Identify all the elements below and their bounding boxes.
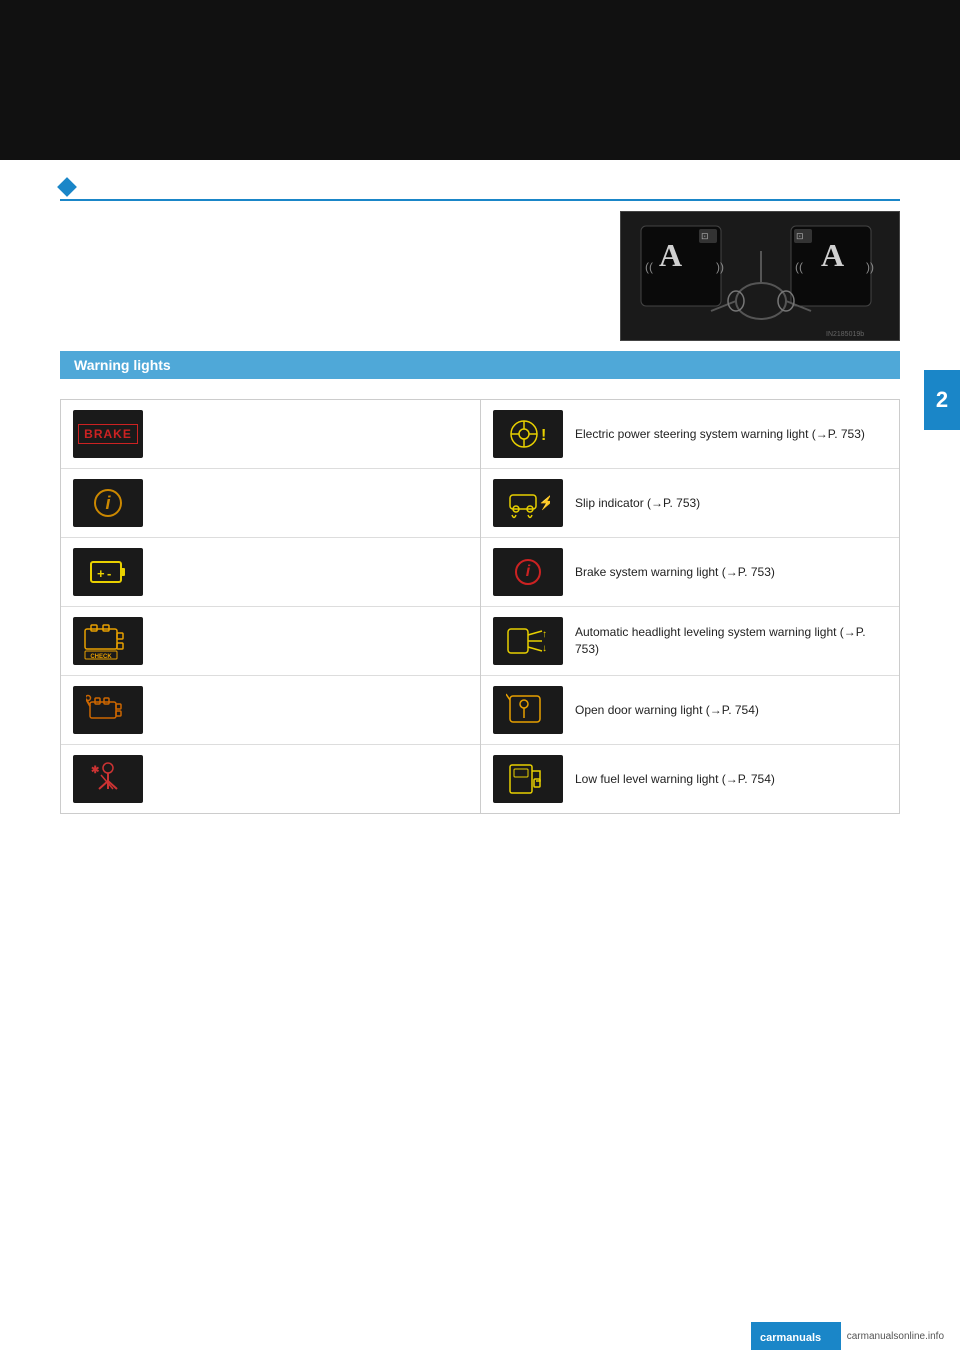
svg-text:⚡: ⚡ bbox=[538, 494, 550, 511]
warning-row-headlight: ↑ ↓ Automatic headlight leveling system … bbox=[481, 607, 899, 676]
check-engine-warning-icon: CHECK bbox=[73, 617, 143, 665]
svg-text:CHECK: CHECK bbox=[90, 654, 112, 660]
warning-icons-left-column: BRAKE i + - bbox=[61, 400, 480, 813]
brake-warning-icon: BRAKE bbox=[73, 410, 143, 458]
watermark-text: carmanualsonline.info bbox=[847, 1331, 944, 1342]
warning-row-brake: BRAKE bbox=[61, 400, 480, 469]
instrument-cluster-image: A ⊡ (( )) A ⊡ (( bbox=[620, 211, 900, 341]
engine-warning-icon bbox=[73, 686, 143, 734]
slip-description-text: Slip indicator (→P. 753) bbox=[575, 495, 700, 512]
chapter-number: 2 bbox=[936, 387, 948, 413]
warning-row-battery: + - bbox=[61, 538, 480, 607]
top-decorative-bar bbox=[0, 0, 960, 160]
eps-warning-icon: ! bbox=[493, 410, 563, 458]
svg-text:A: A bbox=[821, 237, 844, 273]
top-content-area: A ⊡ (( )) A ⊡ (( bbox=[60, 211, 900, 351]
svg-text:((: (( bbox=[795, 260, 803, 274]
person-warning-icon: ✱ bbox=[73, 755, 143, 803]
warning-row-eps: ! Electric power steering system warning… bbox=[481, 400, 899, 469]
section-header bbox=[60, 170, 900, 201]
svg-text:↑: ↑ bbox=[542, 629, 547, 640]
circle-i-warning-icon-1: i bbox=[73, 479, 143, 527]
brake-system-warning-icon: i bbox=[493, 548, 563, 596]
door-warning-icon bbox=[493, 686, 563, 734]
warning-row-door: Open door warning light (→P. 754) bbox=[481, 676, 899, 745]
brake-sys-description-text: Brake system warning light (→P. 753) bbox=[575, 564, 775, 581]
svg-text:)): )) bbox=[716, 260, 724, 274]
warning-row-slip: ⚡ Slip indicator (→P. 753) bbox=[481, 469, 899, 538]
svg-text:!: ! bbox=[541, 427, 546, 444]
warning-row-fuel: Low fuel level warning light (→P. 754) bbox=[481, 745, 899, 813]
svg-text:carmanuals: carmanuals bbox=[760, 1332, 821, 1344]
slip-warning-icon: ⚡ bbox=[493, 479, 563, 527]
fuel-warning-icon bbox=[493, 755, 563, 803]
svg-text:↓: ↓ bbox=[542, 643, 547, 654]
eps-description-text: Electric power steering system warning l… bbox=[575, 426, 865, 443]
warning-row-person: ✱ bbox=[61, 745, 480, 813]
diamond-bullet-icon bbox=[57, 177, 77, 197]
warning-row-brake-sys: i Brake system warning light (→P. 753) bbox=[481, 538, 899, 607]
svg-text:⊡: ⊡ bbox=[796, 231, 804, 241]
svg-text:IN2185019b: IN2185019b bbox=[826, 331, 864, 338]
fuel-description-text: Low fuel level warning light (→P. 754) bbox=[575, 771, 775, 788]
watermark: carmanuals carmanualsonline.info bbox=[751, 1322, 944, 1350]
watermark-logo: carmanuals bbox=[751, 1322, 841, 1350]
warning-row-check-engine: CHECK bbox=[61, 607, 480, 676]
svg-text:+: + bbox=[97, 566, 105, 581]
warning-row-circle-i-1: i bbox=[61, 469, 480, 538]
door-description-text: Open door warning light (→P. 754) bbox=[575, 702, 759, 719]
warning-row-engine bbox=[61, 676, 480, 745]
chapter-tab: 2 bbox=[924, 370, 960, 430]
svg-text:A: A bbox=[659, 237, 682, 273]
warning-lights-header: Warning lights bbox=[60, 351, 900, 379]
warning-lights-grid: BRAKE i + - bbox=[60, 399, 900, 814]
headlight-warning-icon: ↑ ↓ bbox=[493, 617, 563, 665]
svg-text:((: (( bbox=[645, 260, 653, 274]
warning-lights-title: Warning lights bbox=[74, 357, 171, 373]
svg-text:)): )) bbox=[866, 260, 874, 274]
svg-text:-: - bbox=[107, 566, 111, 581]
battery-warning-icon: + - bbox=[73, 548, 143, 596]
warning-icons-right-column: ! Electric power steering system warning… bbox=[480, 400, 899, 813]
svg-text:✱: ✱ bbox=[91, 765, 100, 776]
svg-text:⊡: ⊡ bbox=[701, 231, 709, 241]
headlight-description-text: Automatic headlight leveling system warn… bbox=[575, 624, 887, 658]
